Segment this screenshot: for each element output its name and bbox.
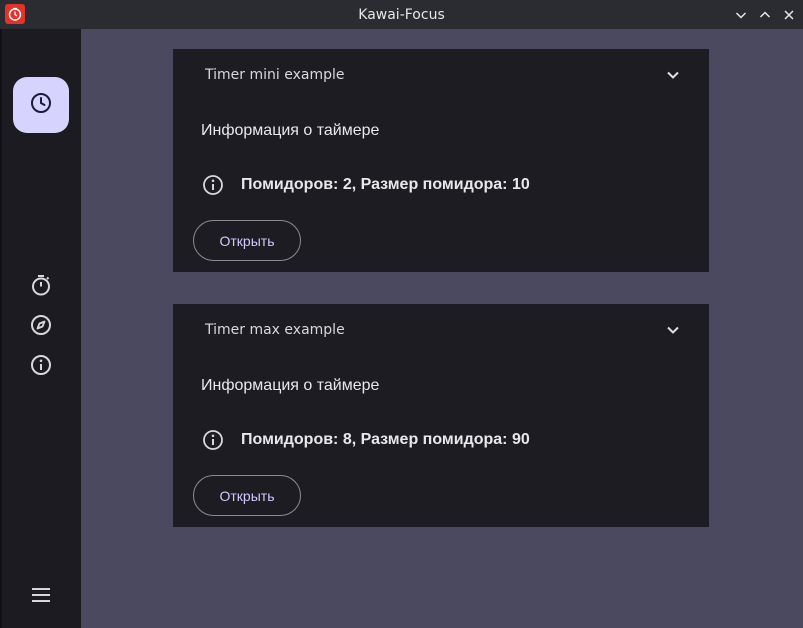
navigation-rail	[0, 29, 81, 628]
open-timer-button[interactable]: Открыть	[193, 220, 301, 261]
rail-edge	[0, 29, 2, 628]
timer-card-header[interactable]: Timer mini example	[173, 49, 709, 101]
open-timer-button[interactable]: Открыть	[193, 475, 301, 516]
timer-info-row: Помидоров: 8, Размер помидора: 90	[201, 428, 530, 452]
nav-compass-button[interactable]	[28, 314, 54, 340]
chevron-down-icon[interactable]	[665, 322, 681, 338]
info-icon	[30, 354, 52, 381]
nav-menu-button[interactable]	[28, 584, 54, 610]
compass-icon	[30, 314, 52, 341]
timer-card-header[interactable]: Timer max example	[173, 304, 709, 356]
timer-card: Timer max example Информация о таймере П…	[173, 304, 709, 527]
stopwatch-icon	[30, 274, 52, 301]
close-icon[interactable]	[781, 7, 797, 23]
timer-info-row: Помидоров: 2, Размер помидора: 10	[201, 173, 530, 197]
maximize-icon[interactable]	[757, 7, 773, 23]
window-controls	[733, 0, 797, 29]
title-bar: Kawai-Focus	[0, 0, 803, 29]
app-tomato-icon	[5, 4, 25, 24]
timer-title: Timer max example	[205, 322, 345, 338]
nav-stopwatch-button[interactable]	[28, 274, 54, 300]
timer-title: Timer mini example	[205, 67, 345, 83]
minimize-icon[interactable]	[733, 7, 749, 23]
window-title: Kawai-Focus	[358, 6, 445, 23]
timer-info-text: Помидоров: 2, Размер помидора: 10	[241, 176, 530, 193]
menu-icon	[31, 587, 51, 608]
timer-info-heading: Информация о таймере	[201, 122, 380, 139]
timer-info-text: Помидоров: 8, Размер помидора: 90	[241, 431, 530, 448]
info-icon	[201, 428, 225, 452]
nav-info-button[interactable]	[28, 354, 54, 380]
timer-card: Timer mini example Информация о таймере …	[173, 49, 709, 272]
timer-info-heading: Информация о таймере	[201, 377, 380, 394]
chevron-down-icon[interactable]	[665, 67, 681, 83]
info-icon	[201, 173, 225, 197]
clock-icon	[30, 92, 52, 119]
nav-timers-button[interactable]	[13, 77, 69, 133]
